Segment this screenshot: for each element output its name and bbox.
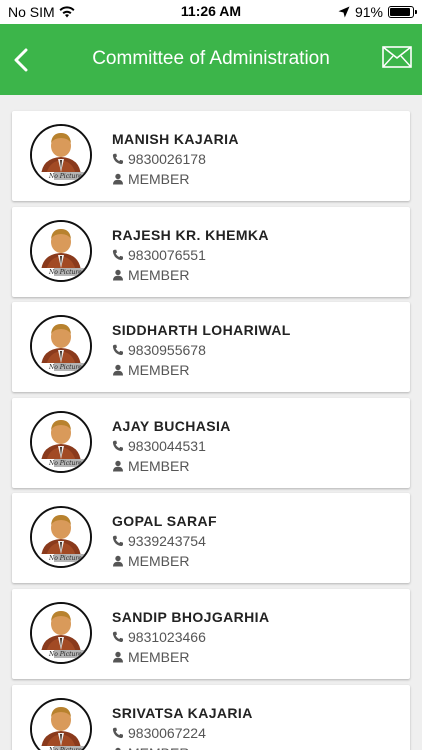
avatar-caption: No Picture <box>48 269 82 276</box>
phone-icon <box>112 249 123 260</box>
avatar: No Picture <box>30 602 92 664</box>
member-phone: 9830955678 <box>128 342 206 359</box>
avatar: No Picture <box>30 124 92 186</box>
member-name: AJAY BUCHASIA <box>112 417 231 434</box>
user-icon <box>113 460 123 472</box>
member-phone: 9339243754 <box>128 533 206 550</box>
member-phone: 9830076551 <box>128 246 206 263</box>
member-phone-row[interactable]: 9830076551 <box>112 247 206 263</box>
user-icon <box>113 173 123 185</box>
avatar-caption: No Picture <box>48 460 82 467</box>
avatar-caption: No Picture <box>48 747 82 750</box>
avatar: No Picture <box>30 506 92 569</box>
avatar: No Picture <box>30 219 92 282</box>
member-name: RAJESH KR. KHEMKA <box>112 226 269 243</box>
member-role: MEMBER <box>128 745 189 750</box>
avatar-caption: No Picture <box>48 651 82 658</box>
member-name: GOPAL SARAF <box>112 513 217 530</box>
battery-level <box>390 8 411 16</box>
member-role-row: MEMBER <box>112 458 189 474</box>
phone-icon <box>112 344 123 356</box>
avatar-caption: No Picture <box>48 173 82 180</box>
avatar: No Picture <box>30 315 92 378</box>
member-phone: 9830044531 <box>128 437 206 454</box>
member-name: SANDIP BHOJGARHIA <box>112 609 270 625</box>
member-phone-row[interactable]: 9339243754 <box>112 533 206 549</box>
member-phone-row[interactable]: 9830955678 <box>112 342 206 358</box>
no-picture-avatar-icon: No Picture <box>32 317 90 376</box>
status-right-group: 91% <box>338 4 417 20</box>
member-phone-row[interactable]: 9830044531 <box>112 438 206 454</box>
member-role-row: MEMBER <box>112 362 189 378</box>
no-picture-avatar-icon: No Picture <box>32 604 90 662</box>
page-title: Committee of Administration <box>92 48 330 69</box>
avatar: No Picture <box>30 697 92 750</box>
location-arrow-icon <box>338 6 350 18</box>
member-phone: 9831023466 <box>128 629 206 645</box>
phone-icon <box>112 536 123 547</box>
mail-button[interactable] <box>382 46 412 70</box>
battery-percent: 91% <box>354 4 383 20</box>
chevron-left-icon <box>14 48 28 72</box>
member-role: MEMBER <box>128 553 190 570</box>
user-icon <box>113 556 123 567</box>
member-card[interactable]: No Picture SIDDHARTH LOHARIWAL 983095567… <box>12 302 410 393</box>
member-role: MEMBER <box>128 362 190 379</box>
member-role: MEMBER <box>128 649 190 665</box>
member-phone: 9830026178 <box>128 151 206 167</box>
user-icon <box>113 269 123 281</box>
member-role-row: MEMBER <box>112 171 189 187</box>
member-phone: 9830067224 <box>128 724 206 741</box>
member-role: MEMBER <box>128 266 190 283</box>
member-card[interactable]: No Picture SANDIP BHOJGARHIA 9831023466 … <box>12 589 410 679</box>
phone-icon <box>112 440 123 451</box>
member-role-row: MEMBER <box>112 553 189 569</box>
member-role-row: MEMBER <box>112 745 189 750</box>
member-role-row: MEMBER <box>112 649 189 665</box>
no-picture-avatar-icon: No Picture <box>32 126 90 184</box>
member-role-row: MEMBER <box>112 267 189 283</box>
user-icon <box>115 747 121 750</box>
app-header: Committee of Administration <box>0 24 422 95</box>
avatar-caption: No Picture <box>48 364 82 371</box>
avatar-caption: No Picture <box>48 555 82 562</box>
mail-icon <box>382 46 412 68</box>
member-card[interactable]: No Picture GOPAL SARAF 9339243754 MEMBER <box>12 493 410 584</box>
member-phone-row[interactable]: 9831023466 <box>112 629 206 645</box>
member-role: MEMBER <box>128 171 190 187</box>
no-picture-avatar-icon: No Picture <box>32 508 90 567</box>
member-name: MANISH KAJARIA <box>112 131 239 147</box>
member-role: MEMBER <box>128 457 190 474</box>
phone-icon <box>112 631 123 643</box>
member-name: SRIVATSA KAJARIA <box>112 704 253 721</box>
member-phone-row[interactable]: 9830067224 <box>112 725 206 741</box>
member-card[interactable]: No Picture MANISH KAJARIA 9830026178 MEM… <box>12 111 410 201</box>
no-picture-avatar-icon: No Picture <box>32 412 90 471</box>
member-card[interactable]: No Picture AJAY BUCHASIA 9830044531 MEMB… <box>12 397 410 488</box>
avatar: No Picture <box>30 410 92 473</box>
no-picture-avatar-icon: No Picture <box>32 699 90 750</box>
user-icon <box>113 651 123 663</box>
battery-icon <box>388 6 417 18</box>
no-picture-avatar-icon: No Picture <box>32 221 90 280</box>
member-phone-row[interactable]: 9830026178 <box>112 151 206 167</box>
phone-icon <box>112 727 123 738</box>
phone-icon <box>112 153 123 165</box>
back-button[interactable] <box>6 42 36 78</box>
user-icon <box>113 364 123 376</box>
member-card[interactable]: No Picture SRIVATSA KAJARIA 9830067224 M… <box>12 684 410 750</box>
member-name: SIDDHARTH LOHARIWAL <box>112 322 291 339</box>
status-bar: No SIM 11:26 AM 91% <box>0 0 422 24</box>
member-card[interactable]: No Picture RAJESH KR. KHEMKA 9830076551 … <box>12 206 410 297</box>
